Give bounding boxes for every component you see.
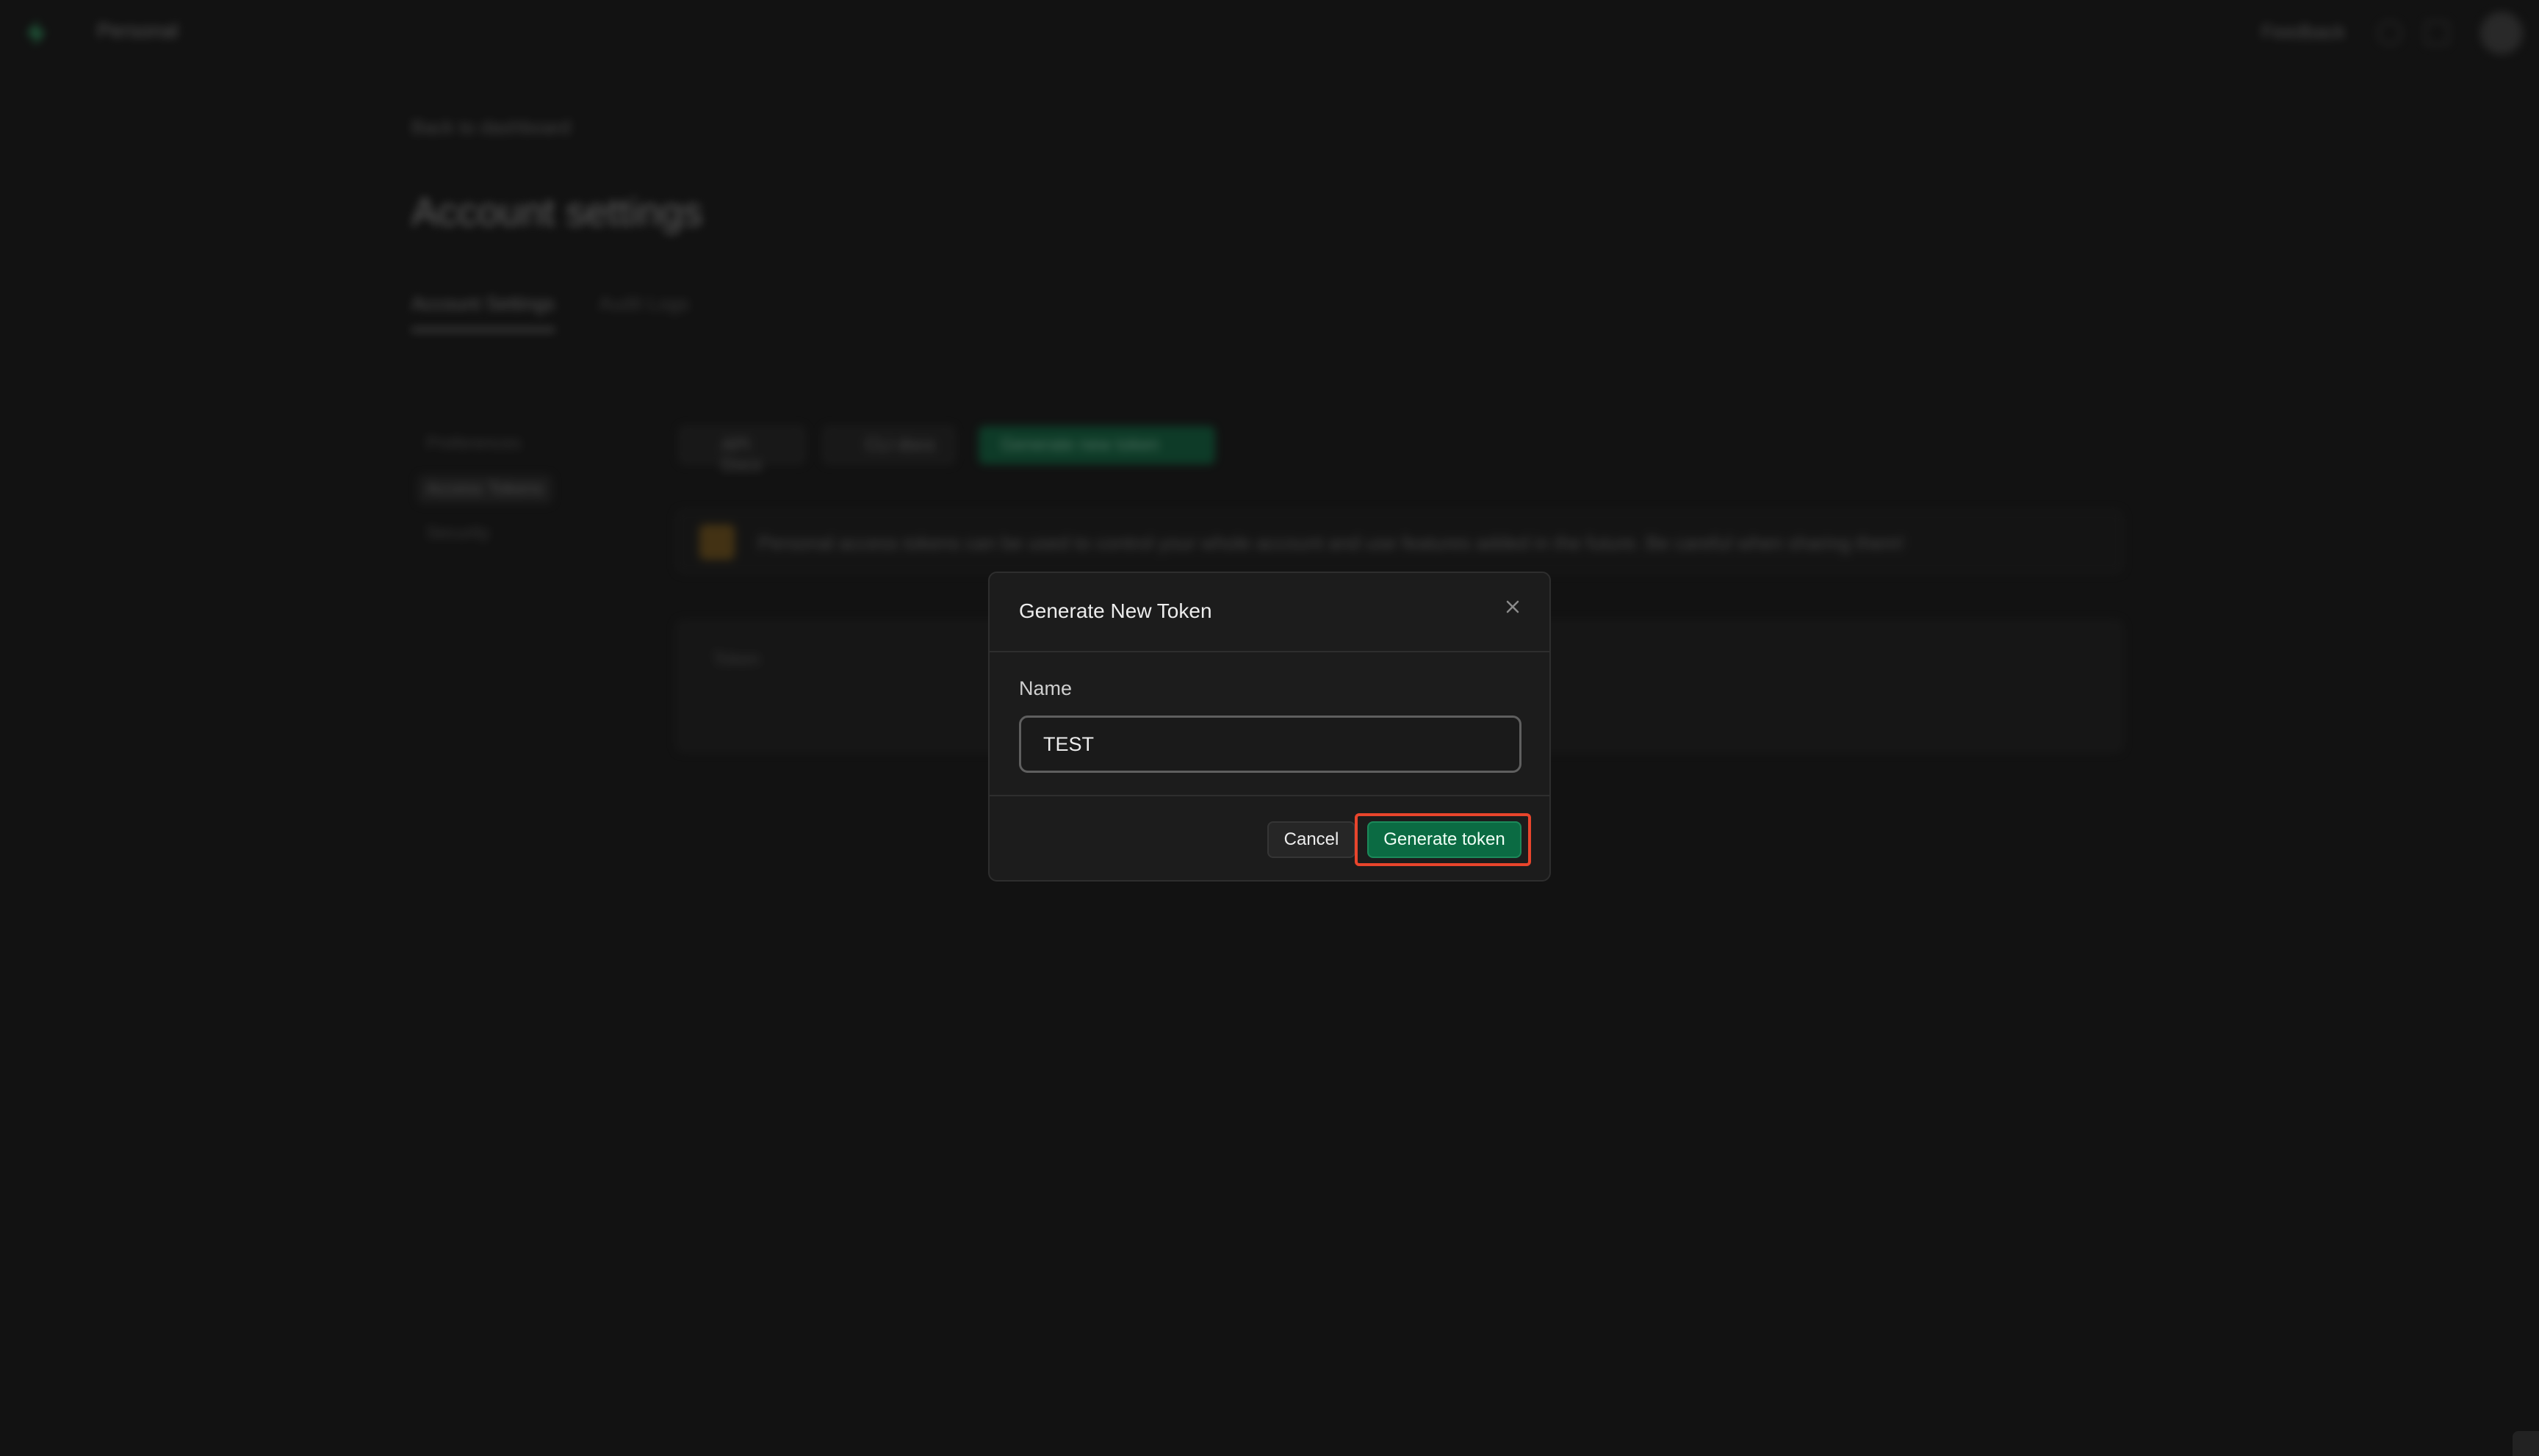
help-icon[interactable] [2377, 21, 2402, 46]
warning-notice: Personal access tokens can be used to co… [676, 510, 2123, 573]
tab-audit-logs[interactable]: Audit Logs [599, 292, 689, 315]
corner-widget [2513, 1431, 2539, 1456]
page-title: Account settings [411, 190, 703, 234]
sidebar-item-security[interactable]: Security [426, 523, 490, 544]
notice-text: Personal access tokens can be used to co… [758, 532, 1904, 554]
top-navigation-bar: Personal Feedback [0, 0, 2539, 68]
cli-docs-button[interactable]: CLI docs [823, 426, 955, 464]
api-docs-button[interactable]: API Docs [679, 426, 805, 475]
generate-token-dialog: Generate New Token Name Cancel Generate … [988, 572, 1551, 882]
dialog-title: Generate New Token [1019, 599, 1212, 622]
cancel-button[interactable]: Cancel [1267, 821, 1355, 858]
feedback-button[interactable]: Feedback [2261, 21, 2345, 43]
close-icon[interactable] [1498, 592, 1527, 621]
generate-new-token-button[interactable]: Generate new token [979, 426, 1215, 464]
project-name[interactable]: Personal [97, 19, 179, 43]
sidebar-item-access-tokens[interactable]: Access Tokens [417, 475, 552, 504]
name-field-label: Name [1019, 677, 1073, 699]
dialog-footer-divider [990, 795, 1549, 796]
dialog-header: Generate New Token [990, 573, 1549, 652]
tab-account-settings[interactable]: Account Settings [411, 292, 555, 331]
logo-icon[interactable] [22, 19, 50, 47]
back-to-dashboard-link[interactable]: Back to dashboard [411, 116, 571, 139]
sidebar-item-preferences[interactable]: Preferences [426, 433, 521, 454]
generate-token-button[interactable]: Generate token [1367, 821, 1521, 858]
avatar[interactable] [2480, 12, 2523, 54]
inbox-icon[interactable] [2424, 21, 2449, 46]
table-header-token: Token [713, 649, 760, 669]
warning-icon [699, 525, 735, 560]
token-name-input[interactable] [1019, 716, 1521, 773]
